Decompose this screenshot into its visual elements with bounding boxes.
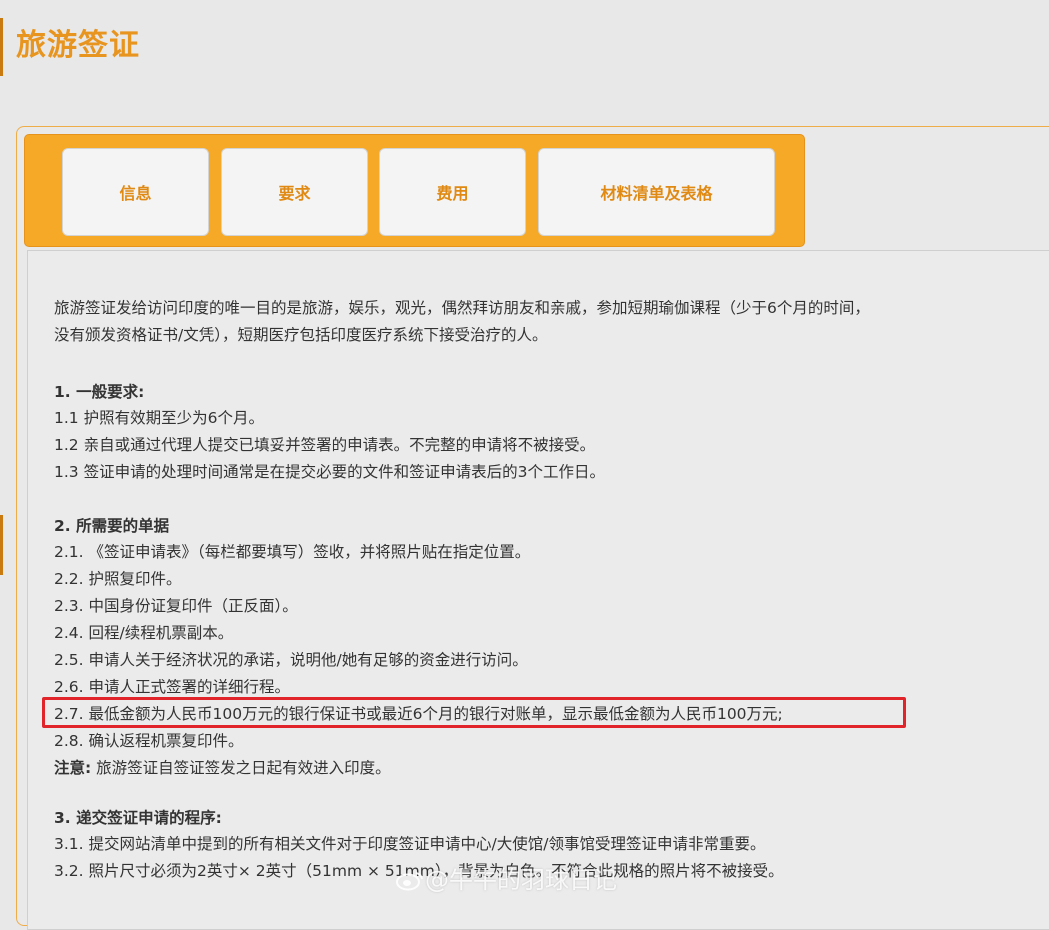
list-item: 1.3 签证申请的处理时间通常是在提交必要的文件和签证申请表后的3个工作日。: [54, 463, 605, 481]
content-panel: [27, 250, 1049, 930]
tab-checklist-forms[interactable]: 材料清单及表格: [538, 148, 775, 236]
left-edge-decoration: [0, 18, 3, 76]
tab-info[interactable]: 信息: [62, 148, 209, 236]
list-item: 1.2 亲自或通过代理人提交已填妥并签署的申请表。不完整的申请将不被接受。: [54, 436, 596, 454]
tab-fees[interactable]: 费用: [379, 148, 526, 236]
intro-text: 没有颁发资格证书/文凭），短期医疗包括印度医疗系统下接受治疗的人。: [54, 326, 548, 344]
section-heading-procedure: 3. 递交签证申请的程序:: [54, 809, 222, 827]
page-title: 旅游签证: [16, 28, 140, 63]
list-item: 2.5. 申请人关于经济状况的承诺，说明他/她有足够的资金进行访问。: [54, 651, 528, 669]
tab-bar: 信息 要求 费用 材料清单及表格: [24, 134, 805, 247]
list-item: 2.3. 中国身份证复印件（正反面）。: [54, 597, 298, 615]
left-edge-decoration: [0, 515, 3, 575]
highlight-box: [42, 697, 906, 728]
intro-text: 旅游签证发给访问印度的唯一目的是旅游，娱乐，观光，偶然拜访朋友和亲戚，参加短期瑜…: [54, 299, 870, 317]
note-label: 注意:: [54, 759, 92, 777]
note-line: 注意: 旅游签证自签证签发之日起有效进入印度。: [54, 756, 391, 778]
list-item: 2.1. 《签证申请表》（每栏都要填写）签收，并将照片贴在指定位置。: [54, 543, 531, 561]
note-text: 旅游签证自签证签发之日起有效进入印度。: [91, 759, 391, 777]
section-heading-documents: 2. 所需要的单据: [54, 517, 170, 535]
list-item: 2.4. 回程/续程机票副本。: [54, 624, 234, 642]
tab-requirements[interactable]: 要求: [221, 148, 368, 236]
list-item: 3.2. 照片尺寸必须为2英寸× 2英寸（51mm × 51mm），背景为白色。…: [54, 862, 784, 880]
list-item: 3.1. 提交网站清单中提到的所有相关文件对于印度签证申请中心/大使馆/领事馆受…: [54, 835, 766, 853]
list-item: 1.1 护照有效期至少为6个月。: [54, 409, 264, 427]
section-heading-general: 1. 一般要求:: [54, 383, 145, 401]
list-item: 2.8. 确认返程机票复印件。: [54, 732, 244, 750]
list-item: 2.6. 申请人正式签署的详细行程。: [54, 678, 291, 696]
list-item: 2.2. 护照复印件。: [54, 570, 182, 588]
